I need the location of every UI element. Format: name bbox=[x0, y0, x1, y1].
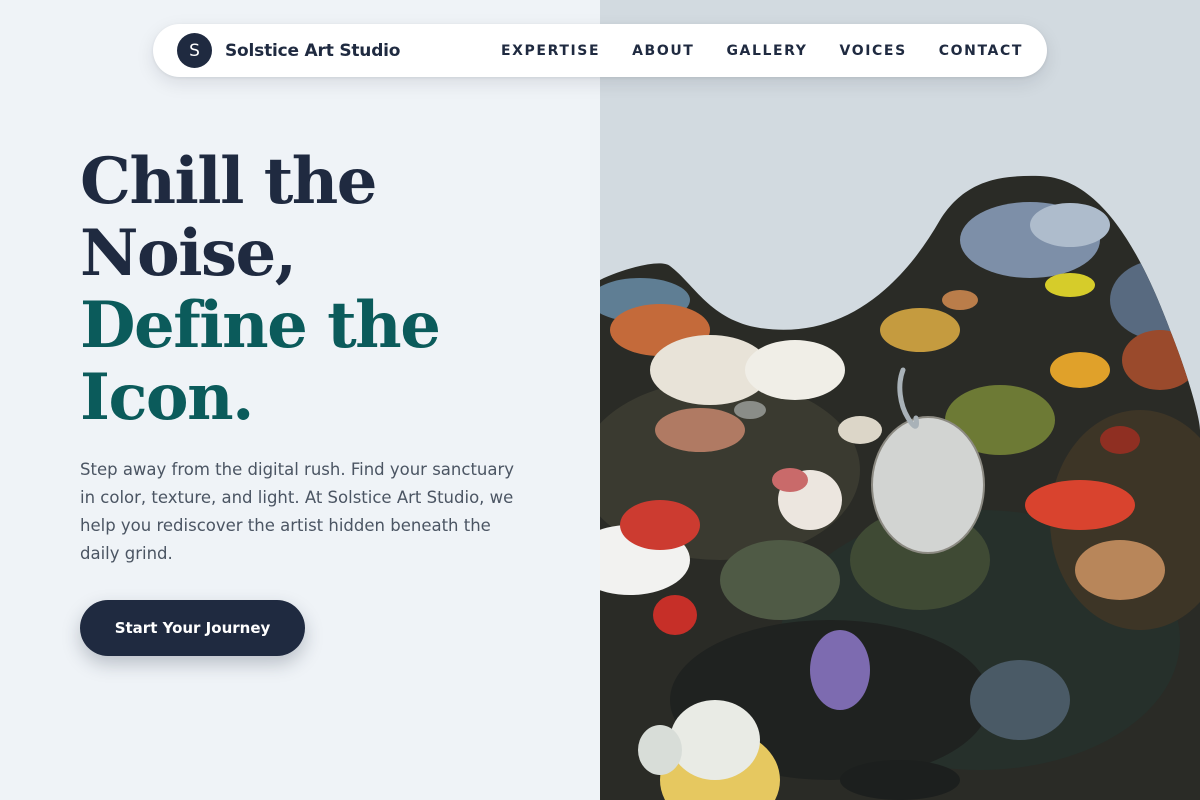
headline-line-2: Noise, bbox=[80, 216, 297, 291]
brand-name[interactable]: Solstice Art Studio bbox=[225, 41, 400, 61]
nav-links: EXPERTISE ABOUT GALLERY VOICES CONTACT bbox=[501, 43, 1023, 59]
top-navbar: S Solstice Art Studio EXPERTISE ABOUT GA… bbox=[153, 24, 1047, 77]
nav-link-gallery[interactable]: GALLERY bbox=[694, 43, 807, 59]
brand[interactable]: S Solstice Art Studio bbox=[177, 33, 400, 68]
brand-logo-icon[interactable]: S bbox=[177, 33, 212, 68]
headline-line-4: Icon. bbox=[80, 360, 254, 435]
nav-link-voices[interactable]: VOICES bbox=[808, 43, 907, 59]
nav-link-expertise[interactable]: EXPERTISE bbox=[501, 43, 600, 59]
headline-line-3: Define the bbox=[80, 288, 441, 363]
hero-headline: Chill the Noise, Define the Icon. bbox=[80, 146, 580, 434]
start-journey-button[interactable]: Start Your Journey bbox=[80, 600, 305, 656]
nav-link-about[interactable]: ABOUT bbox=[600, 43, 694, 59]
headline-line-1: Chill the bbox=[80, 144, 378, 219]
hero-description: Step away from the digital rush. Find yo… bbox=[80, 460, 515, 563]
hero-image-paint-palette bbox=[600, 0, 1200, 800]
nav-link-contact[interactable]: CONTACT bbox=[907, 43, 1023, 59]
